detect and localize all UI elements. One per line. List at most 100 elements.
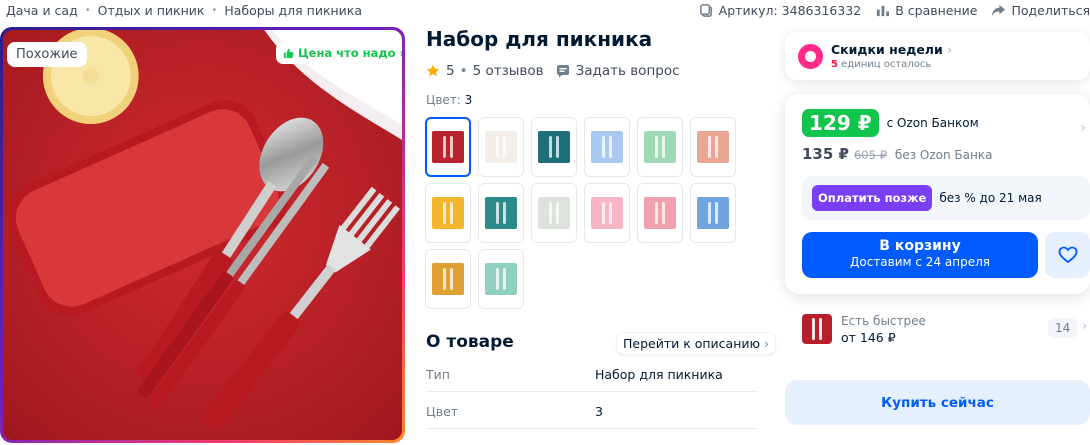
swatch-thumbnail bbox=[485, 131, 517, 163]
rating-value: 5 bbox=[446, 63, 455, 79]
spec-value: 3 bbox=[595, 404, 603, 419]
copy-icon bbox=[699, 4, 712, 17]
regular-price-label: без Ozon Банка bbox=[894, 148, 993, 162]
color-swatch[interactable] bbox=[478, 117, 524, 177]
favorite-button[interactable] bbox=[1045, 232, 1090, 278]
color-swatch[interactable] bbox=[478, 183, 524, 243]
sku-copy[interactable]: Артикул: 3486316332 bbox=[699, 3, 862, 18]
chevron-right-icon: › bbox=[947, 42, 953, 57]
faster-delivery-offer[interactable]: Есть быстрее от 146 ₽ 14 › bbox=[802, 307, 1090, 351]
spec-key: Тип bbox=[426, 367, 450, 382]
reviews-link[interactable]: 5 отзывов bbox=[473, 63, 544, 79]
weekly-deals-banner[interactable]: Скидки недели › 5 единиц осталось bbox=[785, 32, 1090, 80]
chevron-right-icon: › bbox=[764, 336, 770, 351]
spec-divider bbox=[426, 391, 758, 392]
buy-now-button[interactable]: Купить сейчас bbox=[785, 380, 1090, 425]
breadcrumb-item-picnic-sets[interactable]: Наборы для пикника bbox=[224, 3, 362, 18]
ask-question-label: Задать вопрос bbox=[575, 63, 680, 79]
compare-icon bbox=[877, 5, 890, 17]
color-swatch[interactable] bbox=[690, 183, 736, 243]
chevron-right-icon[interactable]: › bbox=[1080, 120, 1086, 136]
color-swatch[interactable] bbox=[531, 117, 577, 177]
breadcrumb-separator: • bbox=[84, 5, 91, 16]
breadcrumb-separator: • bbox=[211, 5, 218, 16]
swatch-thumbnail bbox=[432, 197, 464, 229]
color-swatch[interactable] bbox=[478, 249, 524, 309]
spec-value: Набор для пикника bbox=[595, 367, 723, 382]
color-label-text: Цвет: bbox=[426, 93, 461, 107]
swatch-thumbnail bbox=[538, 131, 570, 163]
deals-title-row: Скидки недели › bbox=[831, 42, 952, 57]
swatch-thumbnail bbox=[697, 131, 729, 163]
color-swatches bbox=[425, 117, 745, 309]
bank-price-label: с Ozon Банком bbox=[886, 116, 979, 130]
swatch-thumbnail bbox=[485, 263, 517, 295]
product-gallery: Похожие Цена что надо › bbox=[0, 27, 405, 443]
color-label: Цвет: 3 bbox=[426, 93, 472, 107]
old-price: 605 ₽ bbox=[853, 148, 887, 162]
rating-row: 5 • 5 отзывов Задать вопрос bbox=[426, 63, 680, 79]
color-swatch[interactable] bbox=[425, 117, 471, 177]
pay-later-button[interactable]: Оплатить позже bbox=[812, 185, 933, 211]
stock-count: 5 bbox=[831, 59, 838, 70]
product-photo bbox=[3, 30, 402, 440]
breadcrumb-item-picnic[interactable]: Отдых и пикник bbox=[98, 3, 205, 18]
faster-label: Есть быстрее bbox=[841, 313, 926, 328]
chevron-right-icon: › bbox=[1082, 319, 1088, 334]
compare-button[interactable]: В сравнение bbox=[875, 3, 977, 18]
stock-text: единиц осталось bbox=[841, 59, 932, 70]
regular-price-row: 135 ₽ 605 ₽ без Ozon Банка bbox=[802, 145, 992, 163]
good-price-badge[interactable]: Цена что надо › bbox=[276, 42, 402, 64]
spec-divider bbox=[426, 428, 758, 429]
breadcrumb-item-garden[interactable]: Дача и сад bbox=[6, 3, 78, 18]
color-selected-value: 3 bbox=[464, 93, 473, 107]
chat-icon bbox=[556, 65, 569, 78]
chevron-right-icon: › bbox=[400, 46, 402, 60]
color-swatch[interactable] bbox=[690, 117, 736, 177]
product-meta-bar: Артикул: 3486316332 В сравнение Поделить… bbox=[685, 3, 1090, 18]
color-swatch[interactable] bbox=[531, 183, 577, 243]
color-swatch[interactable] bbox=[637, 117, 683, 177]
spec-key: Цвет bbox=[426, 404, 459, 419]
installment-row: Оплатить позже без % до 21 мая bbox=[802, 176, 1090, 220]
breadcrumb: Дача и сад • Отдых и пикник • Наборы для… bbox=[6, 3, 362, 18]
product-main-image[interactable]: Похожие Цена что надо › bbox=[3, 30, 402, 440]
similar-badge[interactable]: Похожие bbox=[7, 42, 87, 67]
color-swatch[interactable] bbox=[584, 183, 630, 243]
thumbs-up-icon bbox=[283, 48, 294, 58]
color-swatch[interactable] bbox=[425, 249, 471, 309]
star-icon bbox=[426, 64, 440, 77]
compare-label: В сравнение bbox=[895, 3, 978, 18]
product-title: Набор для пикника bbox=[426, 27, 653, 51]
delivery-date: Доставим с 24 апреля bbox=[850, 255, 990, 269]
ask-question-button[interactable]: Задать вопрос bbox=[556, 63, 680, 79]
swatch-thumbnail bbox=[591, 197, 623, 229]
good-price-label: Цена что надо bbox=[298, 46, 396, 60]
faster-price: от 146 ₽ bbox=[841, 329, 896, 345]
share-button[interactable]: Поделиться bbox=[991, 3, 1090, 18]
regular-price: 135 ₽ bbox=[802, 145, 849, 163]
goto-description-label: Перейти к описанию bbox=[623, 336, 761, 351]
deals-title: Скидки недели bbox=[831, 42, 943, 57]
swatch-thumbnail bbox=[591, 131, 623, 163]
heart-icon bbox=[1058, 246, 1077, 264]
goto-description-button[interactable]: Перейти к описанию › bbox=[616, 332, 777, 355]
share-label: Поделиться bbox=[1011, 3, 1090, 18]
installment-text: без % до 21 мая bbox=[939, 191, 1042, 205]
price-card: 129 ₽ с Ozon Банком › 135 ₽ 605 ₽ без Oz… bbox=[785, 94, 1090, 294]
bank-price: 129 ₽ bbox=[802, 109, 879, 137]
color-swatch[interactable] bbox=[425, 183, 471, 243]
swatch-thumbnail bbox=[485, 197, 517, 229]
deals-ring-icon bbox=[798, 43, 823, 69]
bank-price-row[interactable]: 129 ₽ с Ozon Банком bbox=[802, 109, 979, 137]
add-to-cart-button[interactable]: В корзину Доставим с 24 апреля bbox=[802, 232, 1038, 278]
color-swatch[interactable] bbox=[584, 117, 630, 177]
deals-stock-row: 5 единиц осталось bbox=[831, 59, 952, 70]
sku-label: Артикул: 3486316332 bbox=[718, 3, 862, 18]
offers-count-badge: 14 bbox=[1048, 318, 1078, 338]
swatch-thumbnail bbox=[432, 263, 464, 295]
swatch-thumbnail bbox=[644, 197, 676, 229]
share-icon bbox=[992, 4, 1006, 17]
rating-separator: • bbox=[459, 63, 468, 79]
color-swatch[interactable] bbox=[637, 183, 683, 243]
